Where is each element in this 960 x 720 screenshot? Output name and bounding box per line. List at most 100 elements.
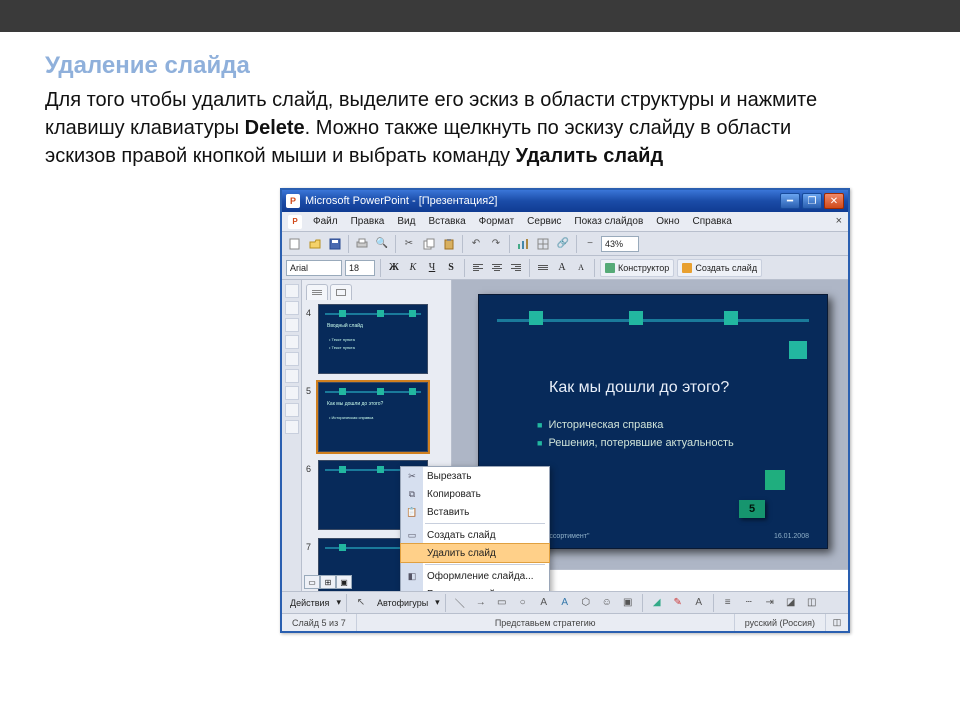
- outline-tool-icon[interactable]: [285, 284, 299, 298]
- ctx-copy[interactable]: ⧉Копировать: [401, 485, 549, 503]
- menu-format[interactable]: Формат: [475, 214, 519, 229]
- menu-edit[interactable]: Правка: [347, 214, 389, 229]
- menu-slideshow[interactable]: Показ слайдов: [570, 214, 647, 229]
- fill-color-icon[interactable]: ◢: [648, 594, 666, 612]
- open-icon[interactable]: [306, 235, 324, 253]
- font-color-icon[interactable]: A: [690, 594, 708, 612]
- picture-icon[interactable]: ▣: [619, 594, 637, 612]
- normal-view-icon[interactable]: ▭: [304, 575, 320, 589]
- slide-bullet-1: Историческая справка: [537, 419, 663, 431]
- shadow-style-icon[interactable]: ◪: [782, 594, 800, 612]
- undo-icon[interactable]: ↶: [467, 235, 485, 253]
- slides-tab[interactable]: [330, 284, 352, 300]
- copy-icon[interactable]: [420, 235, 438, 253]
- clipart-icon[interactable]: ☺: [598, 594, 616, 612]
- ctx-layout[interactable]: ▤Разметка слайда...: [401, 585, 549, 591]
- close-button[interactable]: ✕: [824, 193, 844, 209]
- menu-window[interactable]: Окно: [652, 214, 683, 229]
- status-slide-count: Слайд 5 из 7: [282, 614, 357, 631]
- diagram-icon[interactable]: ⬡: [577, 594, 595, 612]
- expand-icon[interactable]: [285, 386, 299, 400]
- new-slide-button[interactable]: Создать слайд: [677, 259, 762, 277]
- font-name-combobox[interactable]: Arial: [286, 260, 342, 276]
- align-right-icon[interactable]: [508, 260, 524, 276]
- slide-bullet-2: Решения, потерявшие актуальность: [537, 437, 734, 449]
- page-heading: Удаление слайда: [45, 52, 915, 80]
- outline-tab[interactable]: [306, 284, 328, 300]
- oval-icon[interactable]: ○: [514, 594, 532, 612]
- design-constructor-button[interactable]: Конструктор: [600, 259, 674, 277]
- demote-icon[interactable]: [285, 318, 299, 332]
- underline-button[interactable]: Ч: [424, 260, 440, 276]
- menu-help[interactable]: Справка: [689, 214, 736, 229]
- arrow-icon[interactable]: →: [472, 594, 490, 612]
- doc-close-icon[interactable]: ×: [836, 215, 842, 227]
- align-left-icon[interactable]: [470, 260, 486, 276]
- thumb-row-5[interactable]: 5 Как мы дошли до этого? • Историческая …: [306, 382, 447, 452]
- save-icon[interactable]: [326, 235, 344, 253]
- summary-icon[interactable]: [285, 403, 299, 417]
- window-titlebar[interactable]: P Microsoft PowerPoint - [Презентация2] …: [282, 190, 848, 212]
- redo-icon[interactable]: ↷: [487, 235, 505, 253]
- ctx-delete-slide[interactable]: Удалить слайд: [401, 544, 549, 562]
- paste-icon[interactable]: [440, 235, 458, 253]
- draw-actions-menu[interactable]: Действия: [286, 596, 333, 610]
- constructor-label: Конструктор: [618, 263, 669, 273]
- powerpoint-window: P Microsoft PowerPoint - [Презентация2] …: [280, 188, 850, 633]
- promote-icon[interactable]: [285, 301, 299, 315]
- ctx-design[interactable]: ◧Оформление слайда...: [401, 567, 549, 585]
- bullets-icon[interactable]: [535, 260, 551, 276]
- menu-view[interactable]: Вид: [393, 214, 419, 229]
- new-doc-icon[interactable]: [286, 235, 304, 253]
- thumb-row-4[interactable]: 4 Вводный слайд • Текст пункта • Текст п…: [306, 304, 447, 374]
- maximize-button[interactable]: ❐: [802, 193, 822, 209]
- cut-icon[interactable]: ✂: [400, 235, 418, 253]
- menu-bar: P Файл Правка Вид Вставка Формат Сервис …: [282, 212, 848, 232]
- 3d-style-icon[interactable]: ◫: [803, 594, 821, 612]
- menu-tools[interactable]: Сервис: [523, 214, 565, 229]
- hyperlink-icon[interactable]: 🔗: [554, 235, 572, 253]
- italic-button[interactable]: К: [405, 260, 421, 276]
- ctx-paste[interactable]: 📋Вставить: [401, 503, 549, 521]
- autoshapes-menu[interactable]: Автофигуры: [373, 596, 432, 610]
- menu-insert[interactable]: Вставка: [424, 214, 469, 229]
- menu-file[interactable]: Файл: [309, 214, 342, 229]
- body-paragraph: Для того чтобы удалить слайд, выделите е…: [45, 86, 865, 170]
- line-style-icon[interactable]: ≡: [719, 594, 737, 612]
- table-icon[interactable]: [534, 235, 552, 253]
- show-fmt-icon[interactable]: [285, 420, 299, 434]
- dash-style-icon[interactable]: ┄: [740, 594, 758, 612]
- bold-button[interactable]: Ж: [386, 260, 402, 276]
- pointer-icon[interactable]: ↖: [352, 594, 370, 612]
- slide-thumbnail[interactable]: Вводный слайд • Текст пункта • Текст пун…: [318, 304, 428, 374]
- zoom-out-icon[interactable]: −: [581, 235, 599, 253]
- font-size-combobox[interactable]: 18: [345, 260, 375, 276]
- decrease-font-icon[interactable]: A: [573, 260, 589, 276]
- align-center-icon[interactable]: [489, 260, 505, 276]
- wordart-icon[interactable]: A: [556, 594, 574, 612]
- doc-icon: P: [288, 215, 302, 229]
- scissors-icon: ✂: [405, 469, 419, 483]
- shadow-button[interactable]: S: [443, 260, 459, 276]
- print-icon[interactable]: [353, 235, 371, 253]
- collapse-icon[interactable]: [285, 369, 299, 383]
- textbox-icon[interactable]: A: [535, 594, 553, 612]
- increase-font-icon[interactable]: A: [554, 260, 570, 276]
- chart-icon[interactable]: [514, 235, 532, 253]
- line-color-icon[interactable]: ✎: [669, 594, 687, 612]
- zoom-combobox[interactable]: 43%: [601, 236, 639, 252]
- preview-icon[interactable]: 🔍: [373, 235, 391, 253]
- slide-thumbnail-selected[interactable]: Как мы дошли до этого? • Историческая сп…: [318, 382, 428, 452]
- arrow-style-icon[interactable]: ⇥: [761, 594, 779, 612]
- movedown-icon[interactable]: [285, 352, 299, 366]
- ctx-new-slide[interactable]: ▭Создать слайд: [401, 526, 549, 544]
- rect-icon[interactable]: ▭: [493, 594, 511, 612]
- slide-footer-date: 16.01.2008: [774, 533, 809, 540]
- slideshow-view-icon[interactable]: ▣: [336, 575, 352, 589]
- moveup-icon[interactable]: [285, 335, 299, 349]
- minimize-button[interactable]: ━: [780, 193, 800, 209]
- ctx-cut[interactable]: ✂Вырезать: [401, 467, 549, 485]
- work-area: 4 Вводный слайд • Текст пункта • Текст п…: [282, 280, 848, 591]
- sorter-view-icon[interactable]: ⊞: [320, 575, 336, 589]
- line-icon[interactable]: ＼: [451, 594, 469, 612]
